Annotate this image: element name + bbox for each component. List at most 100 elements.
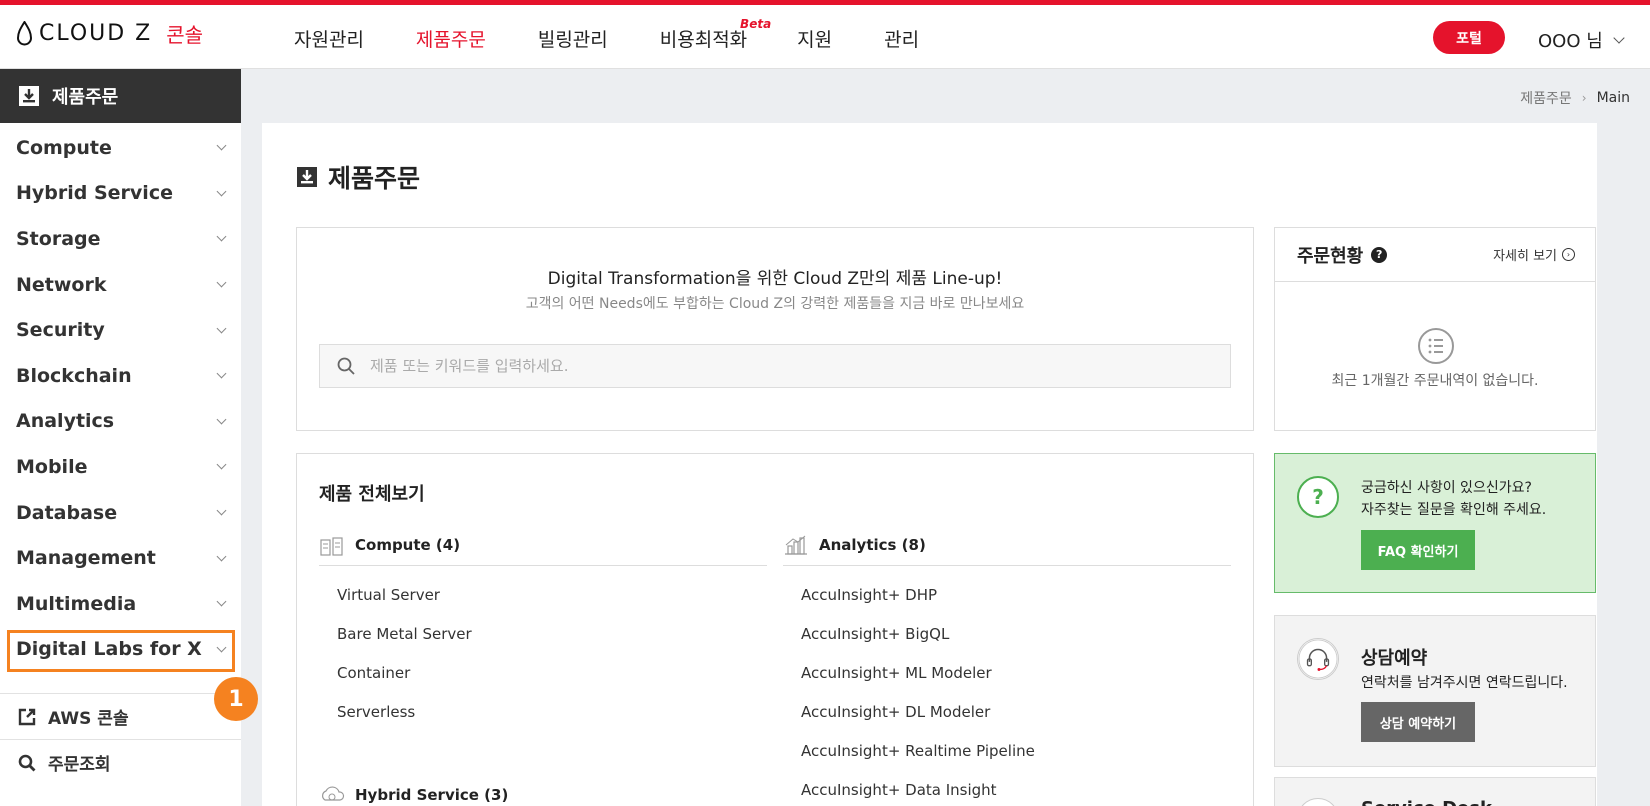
catalog-item[interactable]: Virtual Server xyxy=(337,586,767,625)
catalog-item[interactable]: Serverless xyxy=(337,703,767,742)
catalog-analytics-column: Analytics (8) AccuInsight+ DHP AccuInsig… xyxy=(783,534,1231,806)
step-badge: 1 xyxy=(214,677,258,721)
bar-chart-icon xyxy=(785,535,807,555)
sidebar: 제품주문 Compute Hybrid Service Storage Netw… xyxy=(0,69,241,806)
sidebar-item-network[interactable]: Network xyxy=(0,262,241,308)
catalog-item[interactable]: AccuInsight+ ML Modeler xyxy=(801,664,1231,703)
faq-line-2: 자주찾는 질문을 확인해 주세요. xyxy=(1361,502,1547,518)
product-search-panel: Digital Transformation을 위한 Cloud Z만의 제품 … xyxy=(296,227,1254,431)
logo-console-label: 콘솔 xyxy=(166,23,204,47)
order-status-title-text: 주문현황 xyxy=(1297,245,1364,267)
sidebar-item-label: Security xyxy=(16,319,105,342)
page-title: 제품주문 xyxy=(296,159,420,195)
sidebar-item-mobile[interactable]: Mobile xyxy=(0,444,241,490)
sidebar-bottom-links: AWS 콘솔 주문조회 xyxy=(0,693,241,785)
faq-button[interactable]: FAQ 확인하기 xyxy=(1361,530,1475,570)
catalog-item[interactable]: AccuInsight+ DL Modeler xyxy=(801,703,1231,742)
analytics-item-list: AccuInsight+ DHP AccuInsight+ BigQL Accu… xyxy=(783,566,1231,806)
chevron-down-icon xyxy=(216,186,227,197)
sidebar-item-label: Network xyxy=(16,273,107,296)
logo-text: CLOUD Z xyxy=(39,21,153,46)
chevron-down-icon xyxy=(216,368,227,379)
order-status-header: 주문현황 ? 자세히 보기 › xyxy=(1275,228,1595,282)
catalog-hybrid-heading: Hybrid Service (3) xyxy=(319,784,508,806)
sidebar-item-database[interactable]: Database xyxy=(0,490,241,536)
consult-reserve-button[interactable]: 상담 예약하기 xyxy=(1361,702,1475,742)
sidebar-item-label: Management xyxy=(16,547,156,570)
service-desk-panel: Service Desk xyxy=(1274,777,1596,806)
breadcrumb-current: Main xyxy=(1596,90,1630,106)
chevron-down-icon xyxy=(216,140,227,151)
hybrid-heading-label: Hybrid Service (3) xyxy=(355,786,509,804)
order-status-title: 주문현황 ? xyxy=(1297,242,1388,268)
chevron-down-icon xyxy=(216,460,227,470)
sidebar-item-compute[interactable]: Compute xyxy=(0,125,241,171)
beta-badge: Beta xyxy=(740,17,772,31)
download-box-icon xyxy=(19,86,39,106)
sidebar-item-analytics[interactable]: Analytics xyxy=(0,399,241,445)
sidebar-item-security[interactable]: Security xyxy=(0,307,241,353)
sidebar-title: 제품주문 xyxy=(52,87,119,108)
sidebar-item-hybrid-service[interactable]: Hybrid Service xyxy=(0,171,241,217)
catalog-item[interactable]: Container xyxy=(337,664,767,703)
highlight-box xyxy=(7,630,235,672)
catalog-item[interactable]: AccuInsight+ Data Insight xyxy=(801,781,1231,806)
catalog-compute-column: Compute (4) Virtual Server Bare Metal Se… xyxy=(319,534,767,742)
product-search-field[interactable] xyxy=(319,344,1231,388)
sidebar-item-storage[interactable]: Storage xyxy=(0,216,241,262)
breadcrumb-parent[interactable]: 제품주문 xyxy=(1520,88,1572,108)
aws-console-link[interactable]: AWS 콘솔 xyxy=(0,693,241,739)
order-lookup-link[interactable]: 주문조회 xyxy=(0,739,241,785)
breadcrumb: 제품주문 › Main xyxy=(1520,88,1630,108)
sidebar-item-blockchain[interactable]: Blockchain xyxy=(0,353,241,399)
service-desk-title: Service Desk xyxy=(1361,798,1492,806)
sidebar-item-multimedia[interactable]: Multimedia xyxy=(0,581,241,627)
search-headline: Digital Transformation을 위한 Cloud Z만의 제품 … xyxy=(547,269,1003,289)
sidebar-item-label: Storage xyxy=(16,227,101,250)
product-search-input[interactable] xyxy=(370,357,1170,375)
main-content: 제품주문 Digital Transformation을 위한 Cloud Z만… xyxy=(262,123,1597,806)
logo-drop-icon xyxy=(16,20,33,45)
nav-billing[interactable]: 빌링관리 xyxy=(538,25,608,52)
faq-line-1: 궁금하신 사항이 있으신가요? xyxy=(1361,480,1532,496)
sidebar-item-label: Compute xyxy=(16,136,112,159)
catalog-item[interactable]: Bare Metal Server xyxy=(337,625,767,664)
chevron-down-icon xyxy=(216,505,227,516)
help-icon[interactable]: ? xyxy=(1371,246,1388,263)
nav-cost-optimization[interactable]: 비용최적화 Beta xyxy=(659,17,771,52)
search-icon xyxy=(18,754,36,771)
order-status-empty-message: 최근 1개월간 주문내역이 없습니다. xyxy=(1331,373,1539,389)
chevron-down-icon xyxy=(216,232,227,242)
catalog-item[interactable]: AccuInsight+ BigQL xyxy=(801,625,1231,664)
consult-title: 상담예약 xyxy=(1361,648,1428,669)
arrow-right-circle-icon: › xyxy=(1562,248,1575,261)
sidebar-item-management[interactable]: Management xyxy=(0,535,241,581)
sidebar-category-list: Compute Hybrid Service Storage Network S… xyxy=(0,123,241,672)
order-status-more-link[interactable]: 자세히 보기 › xyxy=(1493,245,1575,264)
nav-resource-management[interactable]: 자원관리 xyxy=(294,25,364,52)
global-nav: 자원관리 제품주문 빌링관리 비용최적화 Beta 지원 관리 xyxy=(294,17,971,52)
catalog-item[interactable]: AccuInsight+ DHP xyxy=(801,586,1231,625)
analytics-heading-label: Analytics (8) xyxy=(819,535,926,554)
nav-product-order[interactable]: 제품주문 xyxy=(416,25,486,52)
sidebar-item-label: Blockchain xyxy=(16,364,132,387)
catalog-item[interactable]: AccuInsight+ Realtime Pipeline xyxy=(801,742,1231,781)
search-icon xyxy=(337,357,355,375)
sidebar-item-label: Hybrid Service xyxy=(16,182,173,205)
search-subline: 고객의 어떤 Needs에도 부합하는 Cloud Z의 강력한 제품들을 지금… xyxy=(525,296,1025,312)
portal-button[interactable]: 포털 xyxy=(1433,21,1505,54)
faq-panel: ? 궁금하신 사항이 있으신가요? 자주찾는 질문을 확인해 주세요. FAQ … xyxy=(1274,453,1596,593)
logo[interactable]: CLOUD Z 콘솔 xyxy=(16,19,203,48)
sidebar-item-label: Multimedia xyxy=(16,592,137,615)
consult-message: 연락처를 남겨주시면 연락드립니다. xyxy=(1361,675,1568,691)
service-desk-icon xyxy=(1297,798,1339,806)
user-menu[interactable]: OOO 님 xyxy=(1538,27,1625,53)
nav-support[interactable]: 지원 xyxy=(797,25,832,52)
order-lookup-label: 주문조회 xyxy=(48,755,111,775)
catalog-compute-heading: Compute (4) xyxy=(319,534,767,566)
top-header: CLOUD Z 콘솔 자원관리 제품주문 빌링관리 비용최적화 Beta 지원 … xyxy=(0,5,1650,69)
chevron-down-icon xyxy=(216,323,227,334)
question-icon: ? xyxy=(1297,476,1339,518)
nav-admin[interactable]: 관리 xyxy=(884,25,919,52)
nav-cost-optimization-label: 비용최적화 xyxy=(659,29,748,51)
